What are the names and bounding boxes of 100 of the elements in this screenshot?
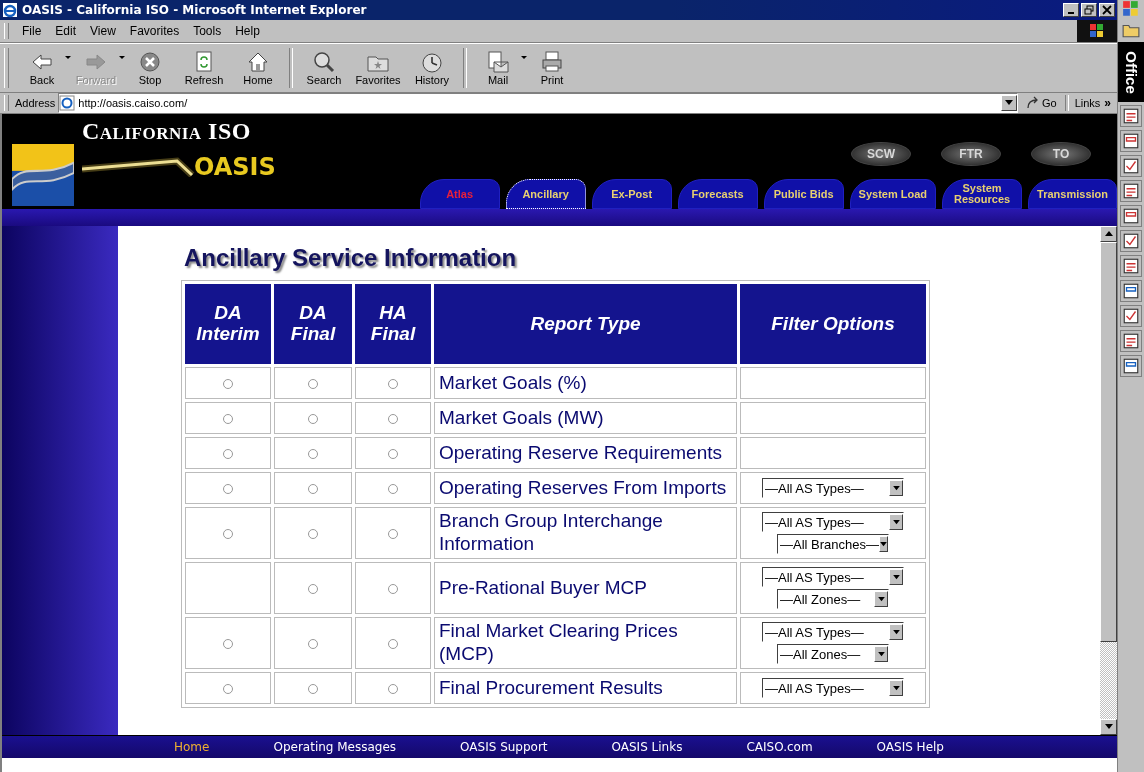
radio-button[interactable] — [308, 378, 318, 389]
radio-button[interactable] — [223, 528, 233, 539]
nav-tab[interactable]: Ex-Post — [591, 179, 672, 209]
radio-button[interactable] — [223, 448, 233, 459]
filter-dropdown[interactable]: —All Zones— — [777, 644, 889, 664]
go-arrow-icon — [1025, 96, 1040, 110]
toolbar-button[interactable]: Stop — [123, 48, 177, 88]
footer-link[interactable]: OASIS Links — [611, 740, 683, 754]
caret-icon — [877, 651, 885, 657]
mail-icon — [486, 50, 510, 74]
restore-icon — [1084, 5, 1094, 15]
address-field[interactable]: http://oasis.caiso.com/ — [58, 93, 1018, 113]
filter-dropdown[interactable]: —All AS Types— — [762, 622, 904, 642]
toolbar-button[interactable]: History — [405, 48, 459, 88]
menu-item[interactable]: Favorites — [122, 24, 187, 38]
radio-button[interactable] — [388, 378, 398, 389]
radio-button[interactable] — [388, 413, 398, 424]
radio-button[interactable] — [308, 683, 318, 694]
toolbar-button[interactable]: Print — [525, 48, 579, 88]
radio-button[interactable] — [223, 683, 233, 694]
nav-tab[interactable]: Transmission — [1028, 179, 1117, 209]
windows-logo-icon — [1122, 0, 1140, 18]
radio-button[interactable] — [388, 638, 398, 649]
footer-link[interactable]: OASIS Help — [876, 740, 944, 754]
footer-link[interactable]: CAISO.com — [746, 740, 813, 754]
printer-icon — [540, 50, 564, 74]
footer-link[interactable]: OASIS Support — [460, 740, 548, 754]
oval-button[interactable]: SCW — [851, 142, 911, 166]
footer-link[interactable]: Home — [174, 740, 210, 754]
caret-icon — [521, 56, 527, 60]
caret-icon — [119, 56, 125, 60]
search-icon — [312, 50, 336, 74]
radio-button[interactable] — [223, 483, 233, 494]
more-links-button[interactable]: » — [1102, 96, 1117, 110]
filter-dropdown[interactable]: —All AS Types— — [762, 512, 904, 532]
radio-button[interactable] — [308, 528, 318, 539]
column-header: Filter Options — [740, 284, 926, 364]
radio-button[interactable] — [223, 413, 233, 424]
toolbar-button[interactable]: Favorites — [351, 48, 405, 88]
oval-button[interactable]: TO — [1031, 142, 1091, 166]
radio-button[interactable] — [308, 638, 318, 649]
wave-logo-icon — [12, 144, 74, 206]
caret-icon — [892, 574, 900, 580]
nav-tab[interactable]: System Resources — [942, 179, 1023, 209]
radio-button[interactable] — [388, 528, 398, 539]
checklist-icon[interactable] — [1120, 155, 1142, 177]
close-button[interactable] — [1099, 3, 1115, 17]
toolbar-button[interactable]: Back — [15, 48, 69, 88]
menu-item[interactable]: File — [15, 24, 49, 38]
windows-logo-icon — [1077, 20, 1117, 42]
radio-button[interactable] — [388, 448, 398, 459]
footer-link[interactable]: Operating Messages — [273, 740, 397, 754]
oval-button[interactable]: FTR — [941, 142, 1001, 166]
radio-button[interactable] — [388, 683, 398, 694]
nav-tab[interactable]: Ancillary — [505, 179, 586, 209]
page-heading: Ancillary Service Information — [184, 244, 518, 272]
filter-dropdown[interactable]: —All AS Types— — [762, 678, 904, 698]
caret-icon — [892, 485, 900, 491]
toolbar-button[interactable]: Mail — [471, 48, 525, 88]
filter-dropdown[interactable]: —All AS Types— — [762, 567, 904, 587]
toolbar-button[interactable]: Refresh — [177, 48, 231, 88]
menu-item[interactable]: Edit — [48, 24, 84, 38]
minimize-icon — [1068, 12, 1074, 14]
filter-dropdown[interactable]: —All Zones— — [777, 589, 889, 609]
caret-icon — [880, 541, 887, 547]
nav-tab[interactable]: System Load — [849, 179, 937, 209]
menu-item[interactable]: Tools — [186, 24, 229, 38]
filter-dropdown[interactable]: —All AS Types— — [762, 478, 904, 498]
nav-tab[interactable]: Public Bids — [763, 179, 844, 209]
vertical-scrollbar[interactable] — [1100, 226, 1117, 735]
radio-button[interactable] — [388, 583, 398, 594]
radio-button[interactable] — [223, 638, 233, 649]
new-document-icon[interactable] — [1120, 105, 1142, 127]
radio-button[interactable] — [308, 413, 318, 424]
restore-button[interactable] — [1081, 3, 1097, 17]
window-title: OASIS - California ISO - Microsoft Internet Explorer — [22, 3, 368, 17]
menu-item[interactable]: View — [83, 24, 123, 38]
close-icon — [1102, 5, 1112, 15]
radio-button[interactable] — [308, 448, 318, 459]
column-header: DA Final — [274, 284, 352, 364]
address-label: Address — [15, 97, 56, 109]
radio-button[interactable] — [223, 378, 233, 389]
caret-icon — [65, 56, 71, 60]
column-header: DA Interim — [185, 284, 271, 364]
toolbar-button[interactable]: Home — [231, 48, 285, 88]
radio-button[interactable] — [308, 583, 318, 594]
home-icon — [246, 50, 270, 74]
filter-dropdown[interactable]: —All Branches— — [777, 534, 889, 554]
minimize-button[interactable] — [1063, 3, 1079, 17]
radio-button[interactable] — [388, 483, 398, 494]
caret-icon — [877, 596, 885, 602]
menu-item[interactable]: Help — [228, 24, 267, 38]
caret-icon — [892, 685, 900, 691]
links-label[interactable]: Links — [1068, 97, 1103, 109]
scroll-up-icon — [1104, 231, 1113, 237]
go-button[interactable]: Go — [1017, 96, 1065, 110]
nav-tab[interactable]: Forecasts — [677, 179, 758, 209]
radio-button[interactable] — [308, 483, 318, 494]
caret-icon — [1004, 100, 1013, 106]
toolbar-button[interactable]: Search — [297, 48, 351, 88]
